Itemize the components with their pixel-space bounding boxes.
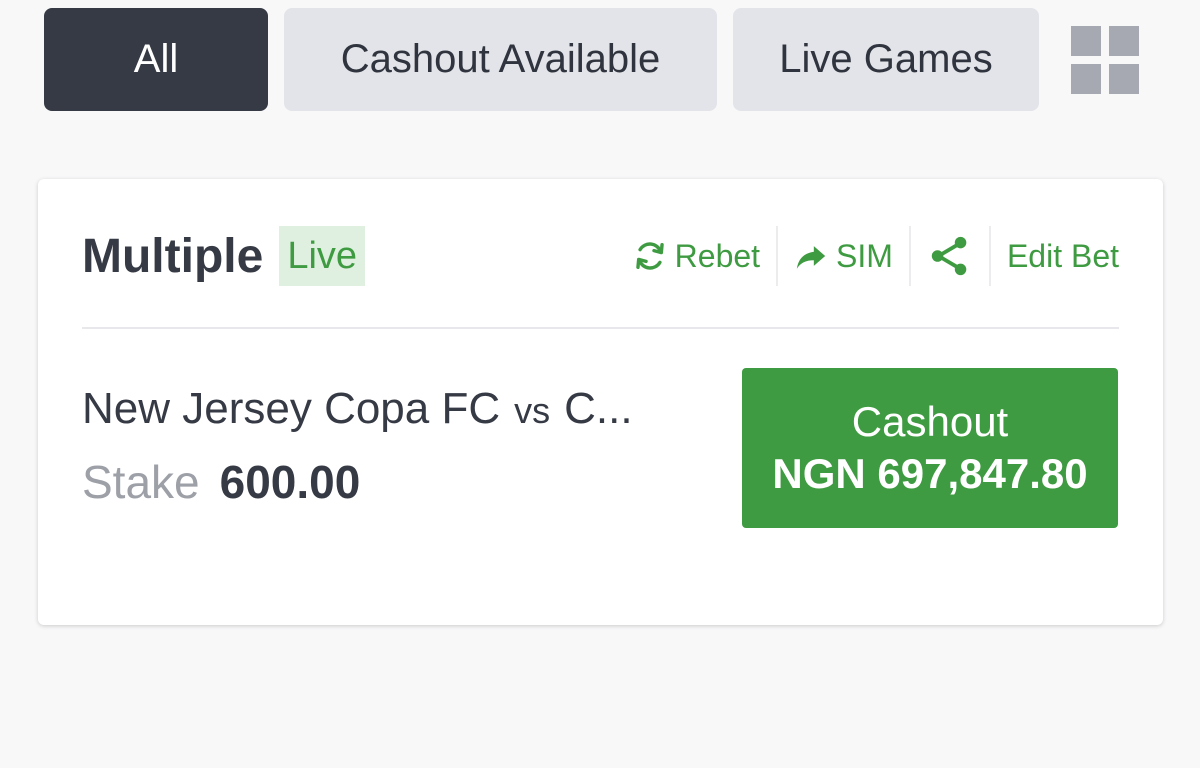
cashout-label: Cashout — [851, 398, 1009, 445]
live-badge: Live — [279, 226, 366, 286]
action-separator — [776, 226, 779, 286]
filter-bar: All Cashout Available Live Games — [44, 8, 1139, 111]
grid-cell — [1109, 25, 1139, 56]
stake-value: 600.00 — [219, 456, 361, 508]
cashout-amount: NGN 697,847.80 — [772, 450, 1088, 497]
card-divider — [82, 327, 1119, 329]
bet-actions: Rebet SIM Edit Bet — [633, 226, 1119, 286]
sim-button[interactable]: SIM — [794, 226, 893, 286]
bet-card[interactable]: Multiple Live Rebet SIM Edit Bet New Jer… — [38, 179, 1163, 625]
tab-cashout-available[interactable]: Cashout Available — [284, 8, 717, 111]
share-icon — [931, 236, 967, 276]
grid-cell — [1071, 63, 1101, 94]
edit-bet-label: Edit Bet — [1006, 237, 1119, 274]
rebet-label: Rebet — [674, 237, 761, 274]
action-separator — [908, 226, 911, 286]
vs-label: vs — [514, 390, 551, 431]
stake-label: Stake — [82, 456, 200, 508]
stake-row: Stake 600.00 — [82, 455, 360, 509]
home-team: New Jersey Copa FC — [82, 384, 501, 433]
tab-all[interactable]: All — [44, 8, 268, 111]
action-separator — [988, 226, 991, 286]
rebet-button[interactable]: Rebet — [633, 226, 760, 286]
match-title: New Jersey Copa FC vs C... — [82, 384, 722, 434]
share-arrow-icon — [796, 246, 826, 269]
bet-type-title: Multiple — [82, 229, 264, 283]
cashout-button[interactable]: Cashout NGN 697,847.80 — [742, 368, 1118, 528]
grid-view-icon[interactable] — [1071, 25, 1139, 94]
share-button[interactable] — [927, 226, 973, 286]
edit-bet-button[interactable]: Edit Bet — [1007, 226, 1119, 286]
sim-label: SIM — [836, 237, 893, 274]
away-team: C... — [564, 384, 633, 433]
grid-cell — [1071, 25, 1101, 56]
grid-cell — [1109, 63, 1139, 94]
tab-live-games[interactable]: Live Games — [733, 8, 1039, 111]
bet-card-header: Multiple Live Rebet SIM Edit Bet — [82, 224, 1119, 288]
refresh-icon — [635, 242, 664, 270]
